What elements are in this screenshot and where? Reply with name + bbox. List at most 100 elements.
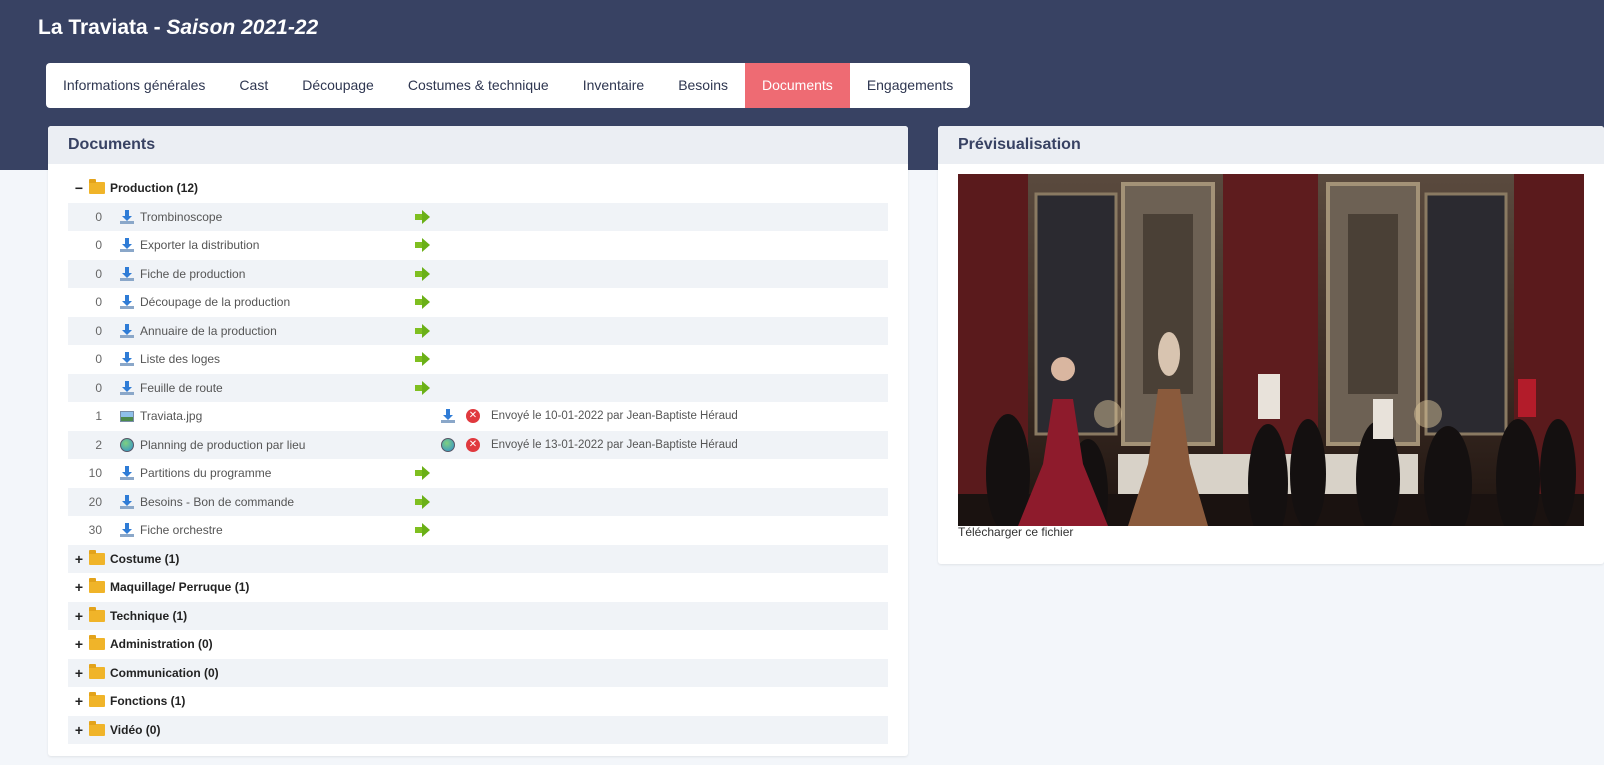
folder-label: Fonctions (1)	[110, 694, 186, 709]
download-icon[interactable]	[120, 352, 134, 367]
document-label[interactable]: Exporter la distribution	[140, 238, 259, 252]
folder-technique[interactable]: + Technique (1)	[68, 601, 888, 630]
folder-production[interactable]: − Production (12)	[68, 174, 888, 203]
globe-link-icon[interactable]	[441, 437, 455, 452]
folder-icon	[89, 720, 105, 736]
folder-video[interactable]: + Vidéo (0)	[68, 715, 888, 744]
tab-inventaire[interactable]: Inventaire	[566, 63, 661, 108]
delete-icon[interactable]: ✕	[466, 437, 480, 452]
collapse-icon[interactable]: −	[72, 180, 86, 196]
download-icon[interactable]	[120, 209, 134, 224]
document-order: 30	[88, 523, 102, 538]
folder-communication[interactable]: + Communication (0)	[68, 658, 888, 687]
download-icon[interactable]	[120, 523, 134, 538]
document-order: 0	[95, 238, 102, 253]
tab-cast[interactable]: Cast	[222, 63, 285, 108]
document-row-partitions[interactable]: 10 Partitions du programme	[68, 459, 888, 488]
download-icon[interactable]	[120, 238, 134, 253]
document-row-bon-commande[interactable]: 20 Besoins - Bon de commande	[68, 487, 888, 516]
tab-documents[interactable]: Documents	[745, 63, 850, 108]
document-order: 0	[95, 266, 102, 281]
season-label: Saison 2021-22	[166, 16, 319, 39]
tab-costumes-technique[interactable]: Costumes & technique	[391, 63, 566, 108]
preview-image	[958, 174, 1584, 526]
document-row-annuaire-production[interactable]: 0 Annuaire de la production	[68, 316, 888, 345]
delete-icon[interactable]: ✕	[466, 409, 480, 423]
download-icon[interactable]	[120, 494, 134, 509]
document-order: 20	[88, 494, 102, 509]
expand-icon[interactable]: +	[72, 722, 86, 738]
expand-icon[interactable]: +	[72, 636, 86, 652]
download-icon[interactable]	[120, 466, 134, 481]
expand-icon[interactable]: +	[72, 693, 86, 709]
document-label[interactable]: Fiche de production	[140, 267, 245, 281]
arrow-right-icon[interactable]	[415, 494, 430, 509]
arrow-right-icon[interactable]	[415, 295, 430, 309]
document-row-liste-loges[interactable]: 0 Liste des loges	[68, 345, 888, 374]
document-label[interactable]: Besoins - Bon de commande	[140, 495, 294, 509]
expand-icon[interactable]: +	[72, 665, 86, 681]
expand-icon[interactable]: +	[72, 608, 86, 624]
document-label[interactable]: Partitions du programme	[140, 466, 271, 480]
document-label[interactable]: Traviata.jpg	[140, 409, 202, 423]
folder-label: Production (12)	[110, 181, 199, 196]
document-order: 2	[95, 437, 102, 452]
document-row-traviata-jpg[interactable]: 1 Traviata.jpg ✕ Envoyé le 10-01-2022 pa…	[68, 402, 888, 431]
document-row-planning-lieu[interactable]: 2 Planning de production par lieu ✕ Envo…	[68, 430, 888, 459]
document-order: 0	[95, 380, 102, 395]
folder-label: Costume (1)	[110, 551, 180, 566]
tab-decoupage[interactable]: Découpage	[285, 63, 391, 108]
document-label[interactable]: Découpage de la production	[140, 295, 290, 309]
folder-administration[interactable]: + Administration (0)	[68, 630, 888, 659]
document-row-fiche-orchestre[interactable]: 30 Fiche orchestre	[68, 516, 888, 545]
download-icon[interactable]	[120, 266, 134, 281]
download-icon[interactable]	[120, 295, 134, 310]
upload-info: Envoyé le 13-01-2022 par Jean-Baptiste H…	[491, 438, 738, 451]
document-label[interactable]: Trombinoscope	[140, 210, 222, 224]
expand-icon[interactable]: +	[72, 579, 86, 595]
document-order: 0	[95, 209, 102, 224]
document-row-feuille-route[interactable]: 0 Feuille de route	[68, 373, 888, 402]
folder-maquillage[interactable]: + Maquillage/ Perruque (1)	[68, 573, 888, 602]
tab-informations-generales[interactable]: Informations générales	[46, 63, 222, 108]
document-row-fiche-production[interactable]: 0 Fiche de production	[68, 259, 888, 288]
document-row-decoupage-production[interactable]: 0 Découpage de la production	[68, 288, 888, 317]
document-order: 0	[95, 295, 102, 310]
folder-label: Maquillage/ Perruque (1)	[110, 580, 250, 595]
document-order: 1	[95, 409, 102, 424]
arrow-right-icon[interactable]	[415, 523, 430, 537]
arrow-right-icon[interactable]	[415, 323, 430, 338]
download-icon[interactable]	[120, 323, 134, 338]
folder-icon	[89, 635, 105, 651]
download-icon[interactable]	[120, 380, 134, 395]
download-icon[interactable]	[441, 409, 455, 423]
document-label[interactable]: Feuille de route	[140, 381, 223, 395]
arrow-right-icon[interactable]	[415, 266, 430, 281]
documents-panel: Documents − Production (12) 0 Trombinosc…	[48, 126, 908, 756]
document-label[interactable]: Liste des loges	[140, 352, 220, 366]
page-title: La Traviata - Saison 2021-22	[38, 16, 318, 40]
document-row-trombinoscope[interactable]: 0 Trombinoscope	[68, 202, 888, 231]
document-label[interactable]: Annuaire de la production	[140, 324, 277, 338]
tab-engagements[interactable]: Engagements	[850, 63, 970, 108]
folder-icon	[89, 663, 105, 679]
documents-panel-title: Documents	[48, 126, 908, 164]
arrow-right-icon[interactable]	[415, 209, 430, 224]
expand-icon[interactable]: +	[72, 551, 86, 567]
arrow-right-icon[interactable]	[415, 380, 430, 395]
arrow-right-icon[interactable]	[415, 466, 430, 480]
tab-besoins[interactable]: Besoins	[661, 63, 745, 108]
folder-label: Administration (0)	[110, 637, 213, 652]
folder-fonctions[interactable]: + Fonctions (1)	[68, 687, 888, 716]
document-label[interactable]: Fiche orchestre	[140, 523, 223, 537]
arrow-right-icon[interactable]	[415, 352, 430, 366]
document-row-exporter-distribution[interactable]: 0 Exporter la distribution	[68, 231, 888, 260]
image-file-icon	[120, 410, 134, 422]
folder-costume[interactable]: + Costume (1)	[68, 544, 888, 573]
title-separator: -	[147, 16, 167, 39]
download-file-link[interactable]: Télécharger ce fichier	[958, 525, 1073, 539]
preview-panel: Prévisualisation Télécharger ce fichier	[938, 126, 1604, 564]
document-order: 0	[95, 352, 102, 367]
arrow-right-icon[interactable]	[415, 238, 430, 252]
document-label[interactable]: Planning de production par lieu	[140, 438, 305, 452]
